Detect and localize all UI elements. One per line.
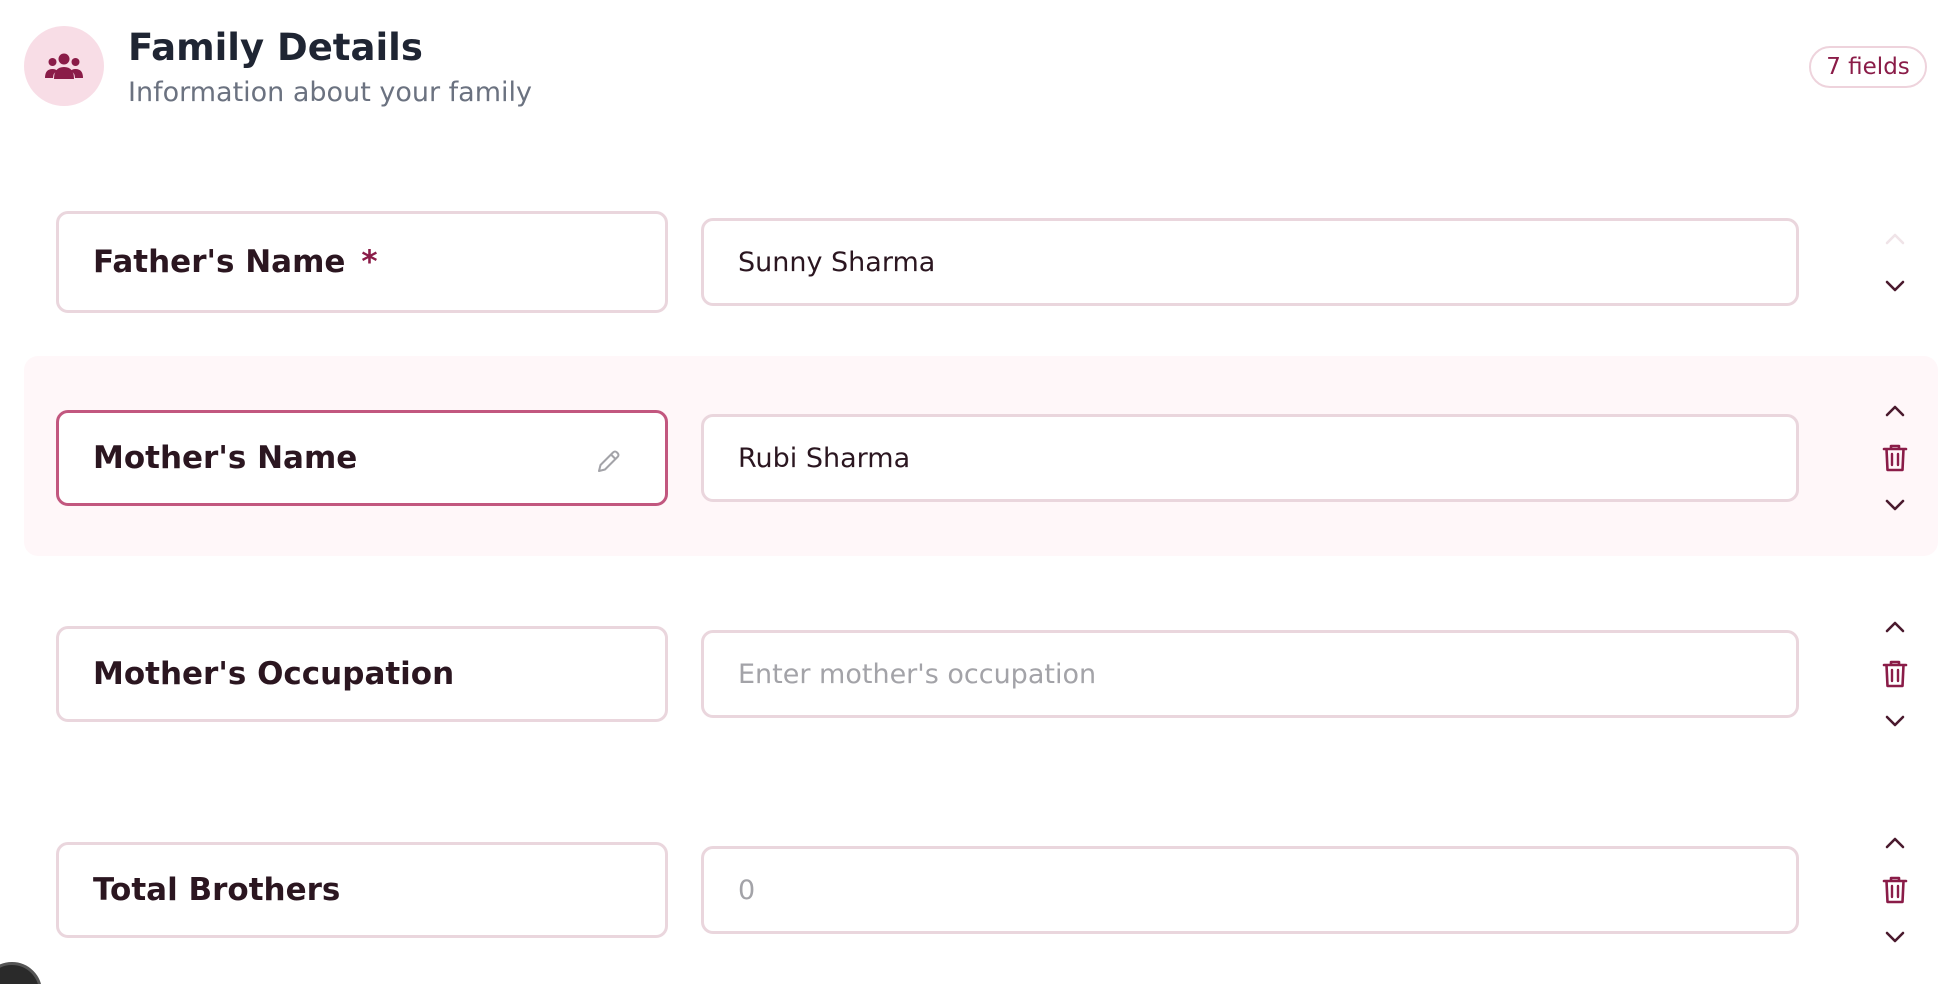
move-down-icon[interactable] [1880, 271, 1910, 301]
move-up-icon[interactable] [1880, 612, 1910, 642]
field-value-input[interactable]: 0 [701, 846, 1799, 934]
field-value-input[interactable]: Sunny Sharma [701, 218, 1799, 306]
trash-icon[interactable] [1880, 875, 1910, 905]
field-label: Father's Name [93, 244, 346, 280]
trash-icon[interactable] [1880, 659, 1910, 689]
field-count-badge: 7 fields [1809, 46, 1927, 88]
field-label-box[interactable]: Mother's Name [56, 410, 668, 506]
section-title: Family Details [128, 26, 423, 69]
field-label: Total Brothers [93, 872, 341, 908]
family-details-page: Family Details Information about your fa… [0, 0, 1938, 984]
trash-icon[interactable] [1880, 443, 1910, 473]
move-down-icon[interactable] [1880, 706, 1910, 736]
field-label-box[interactable]: Father's Name * [56, 211, 668, 313]
field-label-box[interactable]: Total Brothers [56, 842, 668, 938]
floating-widget[interactable] [0, 962, 42, 984]
field-label: Mother's Name [93, 440, 358, 476]
move-down-icon[interactable] [1880, 922, 1910, 952]
move-up-icon[interactable] [1880, 396, 1910, 426]
move-up-icon[interactable] [1880, 224, 1910, 254]
field-value-input[interactable]: Rubi Sharma [701, 414, 1799, 502]
users-icon [24, 26, 104, 106]
field-label: Mother's Occupation [93, 656, 455, 692]
required-indicator: * [361, 244, 378, 280]
move-down-icon[interactable] [1880, 490, 1910, 520]
move-up-icon[interactable] [1880, 828, 1910, 858]
field-value-input[interactable]: Enter mother's occupation [701, 630, 1799, 718]
field-label-box[interactable]: Mother's Occupation [56, 626, 668, 722]
pencil-icon[interactable] [593, 447, 623, 477]
section-subtitle: Information about your family [128, 77, 532, 108]
